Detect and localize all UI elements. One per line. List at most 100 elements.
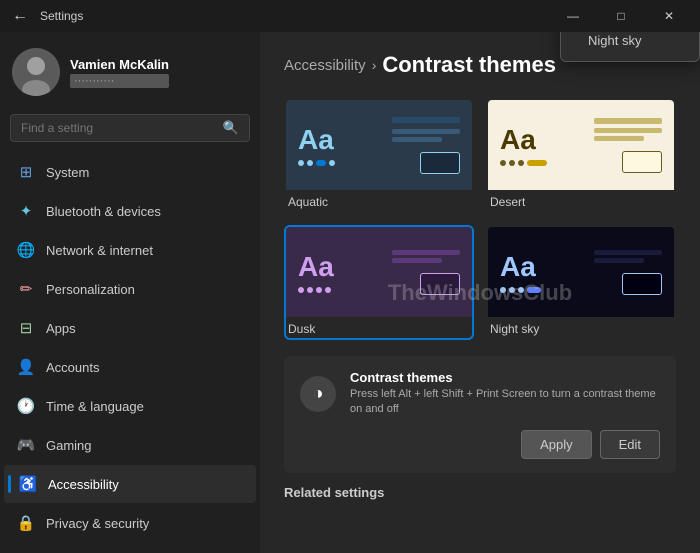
breadcrumb-separator: ›: [372, 57, 377, 73]
theme-preview-desert: Aa: [488, 100, 674, 190]
theme-label-desert: Desert: [488, 190, 674, 211]
apply-button[interactable]: Apply: [521, 430, 592, 459]
window-controls: — □ ✕: [550, 0, 692, 32]
main-content: Accessibility › Contrast themes Aa: [260, 32, 700, 553]
dot1: [500, 287, 506, 293]
theme-grid: Aa: [284, 98, 676, 340]
minimize-button[interactable]: —: [550, 0, 596, 32]
sidebar-item-label: Accounts: [46, 360, 99, 375]
breadcrumb-parent[interactable]: Accessibility: [284, 57, 366, 74]
dropdown-popup: None Aquatic Desert Dusk: [560, 32, 700, 62]
theme-card-nightsky[interactable]: Aa: [486, 225, 676, 340]
sidebar-item-accessibility[interactable]: ♿ Accessibility: [4, 465, 256, 503]
sidebar-item-accounts[interactable]: 👤 Accounts: [4, 348, 256, 386]
aquatic-panel: [390, 117, 460, 174]
desert-lines: [594, 128, 662, 141]
dot4: [527, 160, 547, 166]
sidebar-item-label: Time & language: [46, 399, 144, 414]
nightsky-line2: [594, 258, 644, 263]
sidebar-item-personalization[interactable]: ✏ Personalization: [4, 270, 256, 308]
dot4: [527, 287, 541, 293]
nightsky-lines-block: [594, 250, 662, 263]
preview-aa-aquatic: Aa: [298, 124, 335, 166]
time-icon: 🕐: [16, 396, 36, 416]
preview-aa-dusk: Aa: [298, 251, 334, 293]
app-container: Vamien McKalin ··········· 🔍 ⊞ System ✦ …: [0, 32, 700, 553]
dusk-rect: [420, 273, 460, 295]
sidebar: Vamien McKalin ··········· 🔍 ⊞ System ✦ …: [0, 32, 260, 553]
sidebar-item-bluetooth[interactable]: ✦ Bluetooth & devices: [4, 192, 256, 230]
aquatic-line1: [392, 129, 460, 134]
personalization-icon: ✏: [16, 279, 36, 299]
theme-preview-aquatic: Aa: [286, 100, 472, 190]
contrast-icon: ◑: [300, 376, 336, 412]
nightsky-line1: [594, 250, 662, 255]
aquatic-line2: [392, 137, 442, 142]
related-settings-label: Related settings: [284, 485, 676, 500]
dot2: [307, 160, 313, 166]
avatar: [12, 48, 60, 96]
privacy-icon: 🔒: [16, 513, 36, 533]
nightsky-panel: [592, 250, 662, 295]
apps-icon: ⊟: [16, 318, 36, 338]
section-title: Contrast themes: [350, 370, 660, 385]
dropdown-wrapper: Edit: [600, 430, 660, 459]
close-button[interactable]: ✕: [646, 0, 692, 32]
theme-card-desert[interactable]: Aa: [486, 98, 676, 213]
sidebar-item-label: System: [46, 165, 89, 180]
bluetooth-icon: ✦: [16, 201, 36, 221]
accessibility-icon: ♿: [18, 474, 38, 494]
nav-list: ⊞ System ✦ Bluetooth & devices 🌐 Network…: [0, 152, 260, 553]
sidebar-item-privacy[interactable]: 🔒 Privacy & security: [4, 504, 256, 542]
theme-preview-nightsky: Aa: [488, 227, 674, 317]
network-icon: 🌐: [16, 240, 36, 260]
sidebar-item-label: Bluetooth & devices: [46, 204, 161, 219]
dot4: [329, 160, 335, 166]
sidebar-item-system[interactable]: ⊞ System: [4, 153, 256, 191]
maximize-button[interactable]: □: [598, 0, 644, 32]
section-text: Contrast themes Press left Alt + left Sh…: [350, 370, 660, 418]
sidebar-item-label: Personalization: [46, 282, 135, 297]
search-input[interactable]: [21, 121, 215, 135]
sidebar-item-network[interactable]: 🌐 Network & internet: [4, 231, 256, 269]
search-container: 🔍: [0, 108, 260, 152]
dropdown-option-nightsky[interactable]: Night sky: [561, 32, 699, 57]
desert-line2: [594, 136, 644, 141]
sidebar-item-label: Apps: [46, 321, 76, 336]
theme-label-nightsky: Night sky: [488, 317, 674, 338]
edit-button[interactable]: Edit: [600, 430, 660, 459]
user-profile[interactable]: Vamien McKalin ···········: [0, 32, 260, 108]
sidebar-item-apps[interactable]: ⊟ Apps: [4, 309, 256, 347]
dot2: [307, 287, 313, 293]
aquatic-rect: [420, 152, 460, 174]
preview-dots-dusk: [298, 287, 334, 293]
search-box: 🔍: [10, 114, 250, 142]
theme-preview-dusk: Aa: [286, 227, 472, 317]
title-bar: ← Settings — □ ✕: [0, 0, 700, 32]
back-button[interactable]: ←: [8, 7, 32, 25]
user-subtitle: ···········: [70, 74, 169, 88]
sidebar-item-time[interactable]: 🕐 Time & language: [4, 387, 256, 425]
active-indicator: [8, 475, 11, 493]
preview-aa-desert: Aa: [500, 124, 547, 166]
desert-header-bar: [594, 118, 662, 124]
sidebar-item-label: Accessibility: [48, 477, 119, 492]
desert-line1: [594, 128, 662, 133]
dusk-panel: [390, 250, 460, 295]
theme-label-dusk: Dusk: [286, 317, 472, 338]
dot1: [500, 160, 506, 166]
preview-dots-aquatic: [298, 160, 335, 166]
nightsky-rect: [622, 273, 662, 295]
search-icon: 🔍: [223, 120, 239, 136]
theme-card-dusk[interactable]: Aa: [284, 225, 474, 340]
preview-aa-nightsky: Aa: [500, 251, 541, 293]
title-bar-left: ← Settings: [8, 7, 83, 25]
dot1: [298, 160, 304, 166]
aquatic-lines: [392, 129, 460, 142]
sidebar-item-windowsupdate[interactable]: ⟳ Windows Update: [4, 543, 256, 553]
sidebar-item-gaming[interactable]: 🎮 Gaming: [4, 426, 256, 464]
contrast-themes-card: ◑ Contrast themes Press left Alt + left …: [284, 356, 676, 473]
dot3: [316, 287, 322, 293]
theme-label-aquatic: Aquatic: [286, 190, 472, 211]
theme-card-aquatic[interactable]: Aa: [284, 98, 474, 213]
